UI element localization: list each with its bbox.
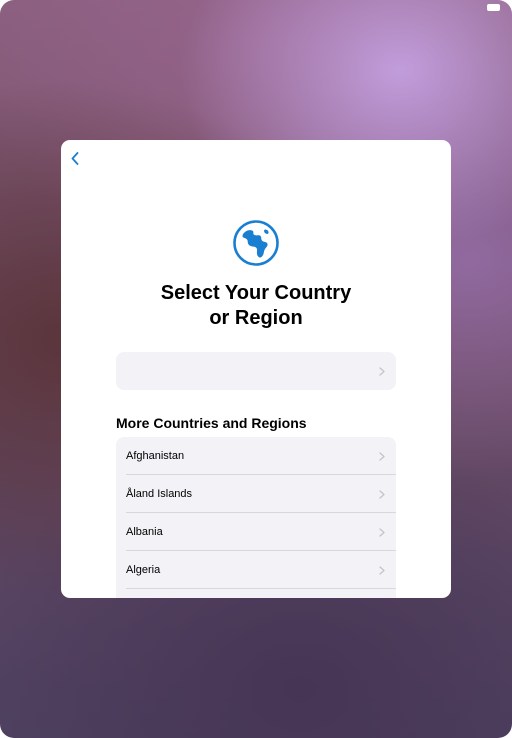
section-header: More Countries and Regions bbox=[116, 415, 307, 431]
globe-icon bbox=[233, 220, 279, 266]
country-selection-sheet: Select Your Country or Region More Count… bbox=[61, 140, 451, 598]
country-item-albania[interactable]: Albania bbox=[116, 513, 396, 551]
country-list[interactable]: Afghanistan Åland Islands Albania Algeri… bbox=[116, 437, 396, 598]
country-name: Algeria bbox=[126, 564, 161, 576]
chevron-right-icon bbox=[379, 366, 385, 376]
country-item-aland-islands[interactable]: Åland Islands bbox=[116, 475, 396, 513]
page-title: Select Your Country or Region bbox=[101, 281, 411, 331]
country-name: Albania bbox=[126, 526, 163, 538]
country-name: Åland Islands bbox=[126, 488, 193, 500]
setup-screen: Select Your Country or Region More Count… bbox=[0, 0, 512, 738]
country-name: Afghanistan bbox=[126, 450, 185, 462]
country-item-algeria[interactable]: Algeria bbox=[116, 551, 396, 589]
chevron-left-icon bbox=[71, 151, 79, 165]
country-item-partial[interactable] bbox=[116, 589, 396, 598]
back-button[interactable] bbox=[66, 149, 84, 167]
chevron-right-icon bbox=[379, 451, 385, 461]
country-item-afghanistan[interactable]: Afghanistan bbox=[116, 437, 396, 475]
chevron-right-icon bbox=[379, 489, 385, 499]
chevron-right-icon bbox=[379, 527, 385, 537]
chevron-right-icon bbox=[379, 565, 385, 575]
page-title-line-1: Select Your Country bbox=[160, 282, 352, 304]
battery-icon bbox=[487, 4, 500, 11]
suggested-country-row[interactable] bbox=[116, 352, 396, 390]
page-title-line-2: or Region bbox=[209, 307, 303, 329]
